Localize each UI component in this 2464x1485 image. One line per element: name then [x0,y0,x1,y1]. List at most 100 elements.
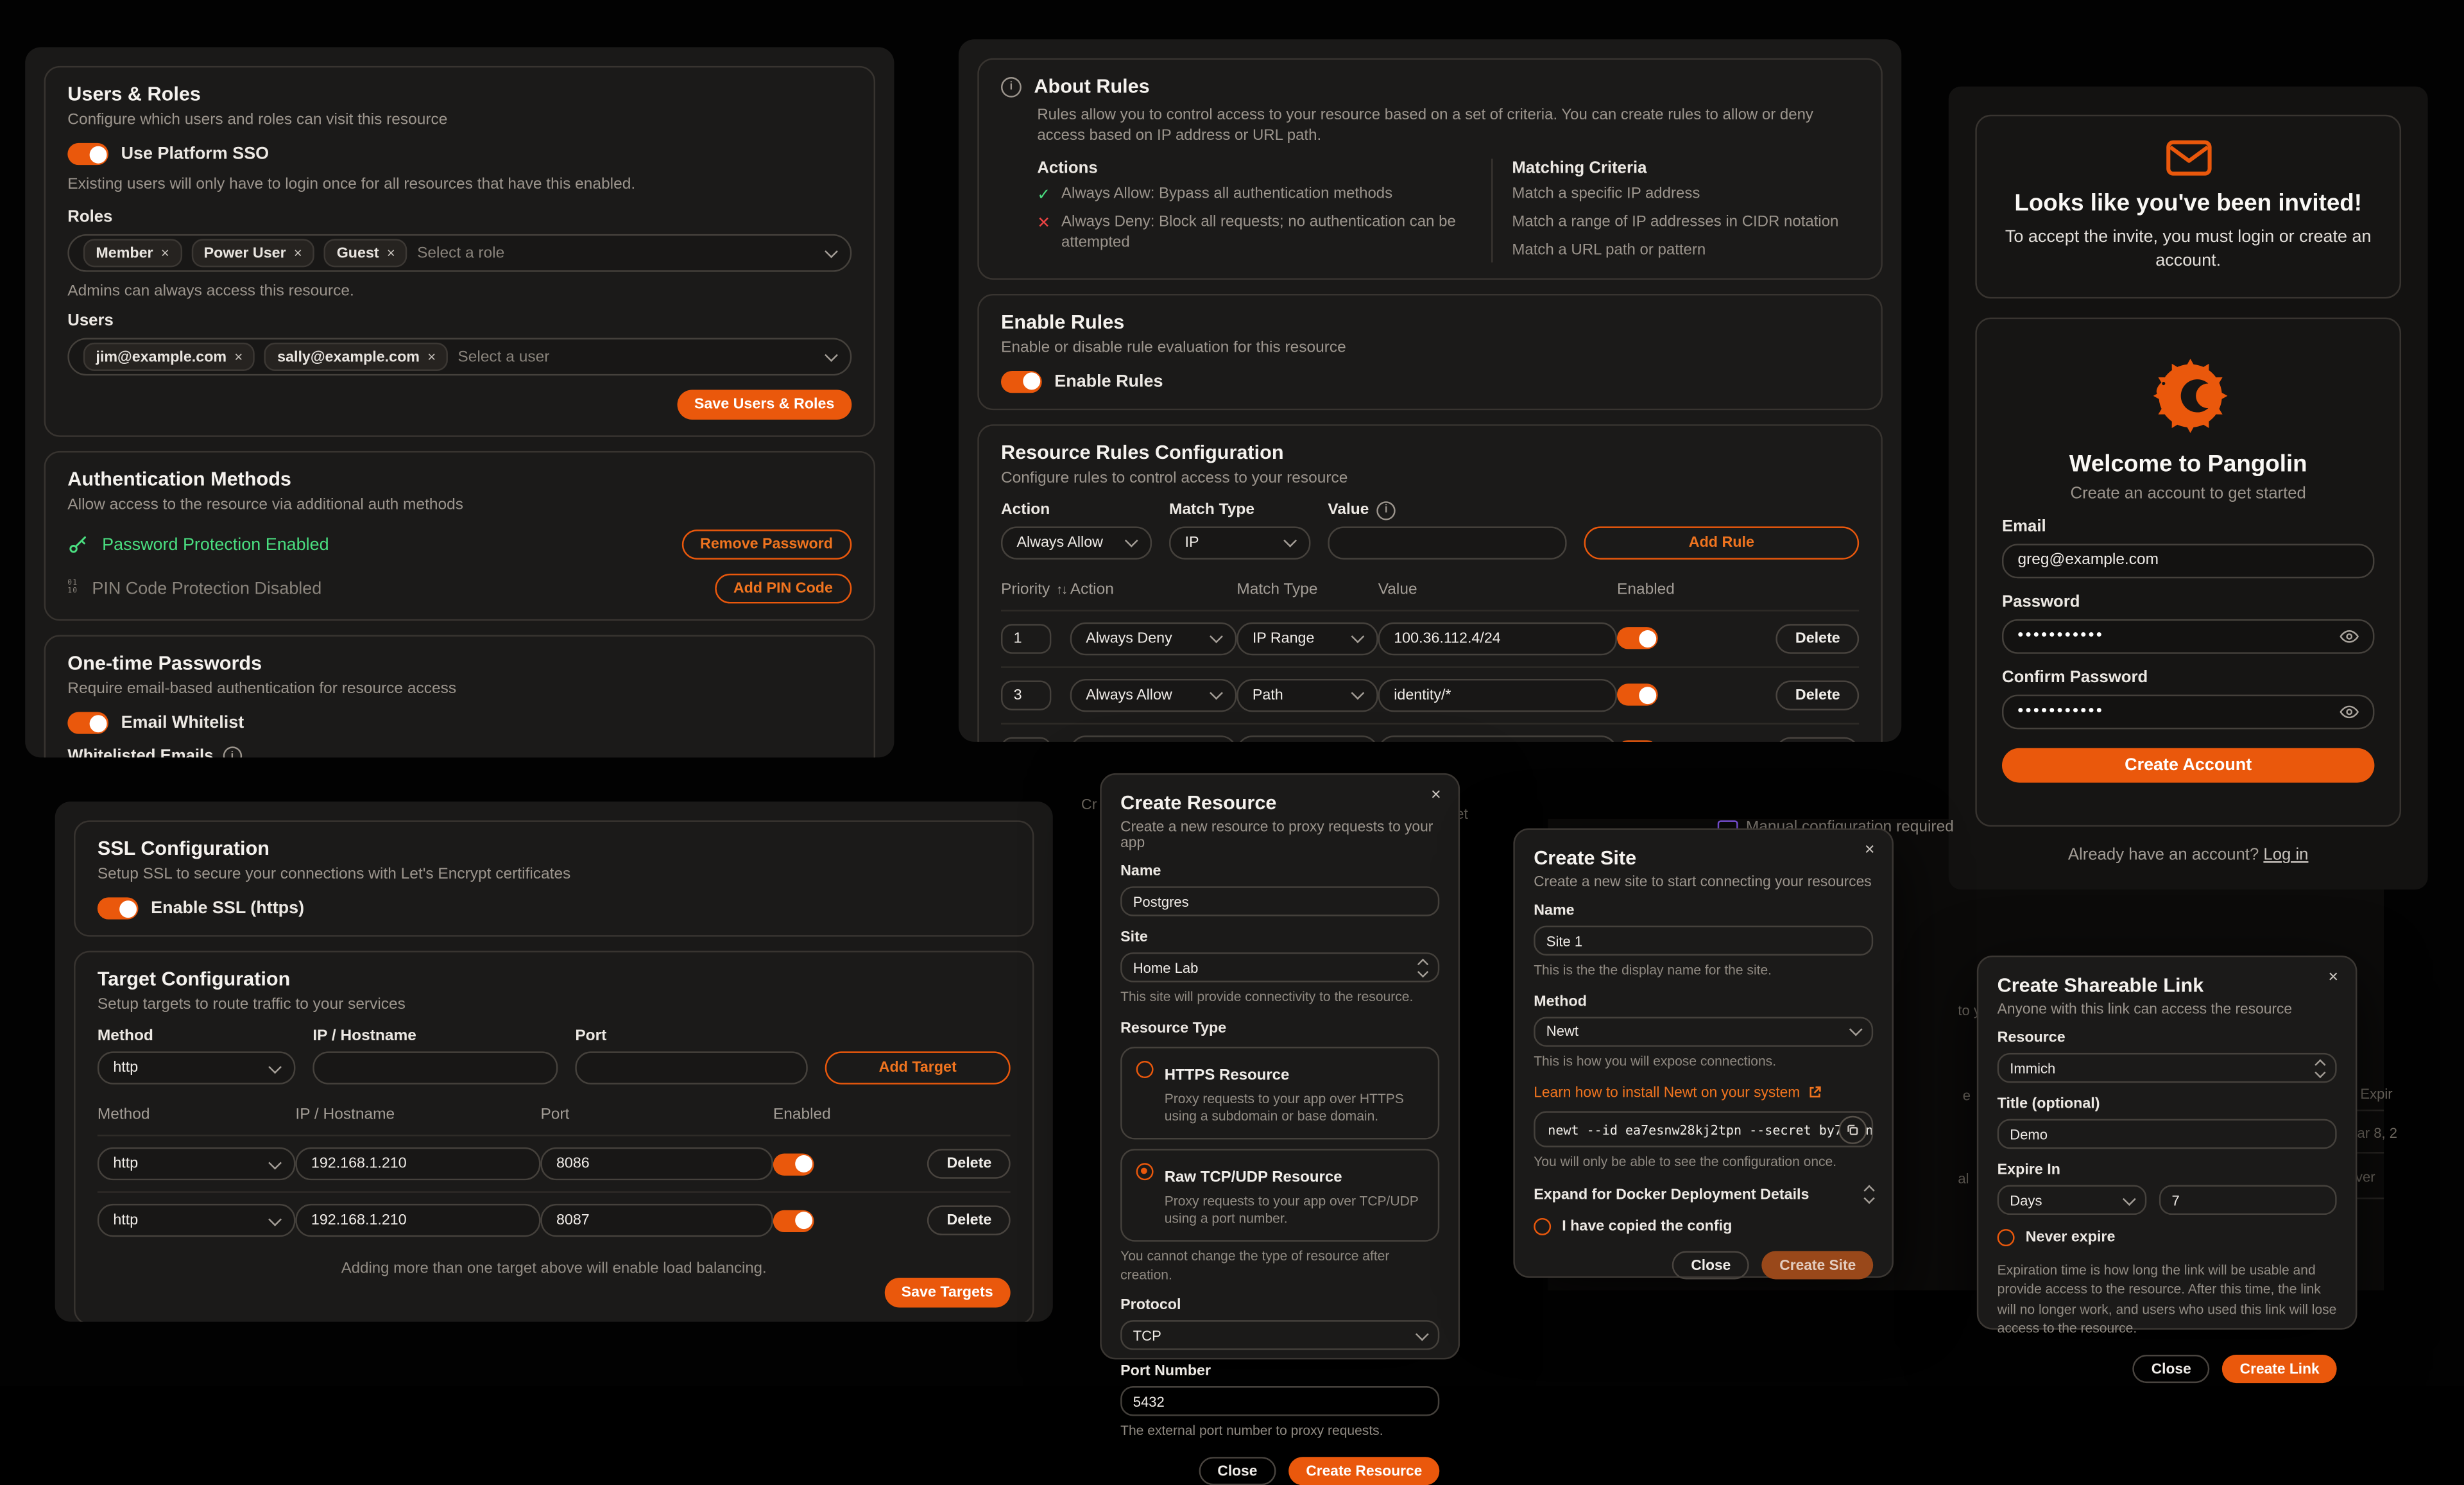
port-number-input[interactable]: 5432 [1120,1386,1439,1416]
value-input[interactable] [1328,526,1566,559]
create-link-button[interactable]: Create Link [2223,1355,2337,1383]
delete-target-button[interactable]: Delete [928,1205,1011,1235]
radio-icon[interactable] [1534,1217,1551,1235]
radio-icon[interactable] [1136,1060,1154,1077]
resource-name-input[interactable]: Postgres [1120,886,1439,916]
rule-enabled-toggle[interactable] [1617,628,1658,649]
password-field[interactable]: ••••••••••• [2002,619,2374,653]
protocol-select[interactable]: TCP [1120,1321,1439,1351]
log-in-link[interactable]: Log in [2263,846,2308,864]
link-title-input[interactable]: Demo [1998,1119,2337,1149]
save-users-roles-button[interactable]: Save Users & Roles [677,390,851,420]
target-enabled-toggle[interactable] [773,1209,814,1231]
action-select[interactable]: Always Allow [1001,526,1152,559]
method-select[interactable]: Newt [1534,1016,1873,1046]
config-once-note: You will only be able to see the configu… [1534,1154,1873,1172]
install-newt-link[interactable]: Learn how to install Newt on your system [1534,1085,1873,1100]
copy-button[interactable] [1838,1115,1867,1144]
add-rule-button[interactable]: Add Rule [1584,526,1860,559]
target-enabled-toggle[interactable] [773,1153,814,1174]
rule-match-select[interactable]: Path [1236,678,1378,711]
delete-rule-button[interactable]: Delete [1777,623,1860,653]
port-input[interactable] [575,1051,807,1084]
role-chip[interactable]: Power User× [191,239,314,267]
enable-rules-toggle[interactable] [1001,370,1042,392]
tcp-resource-option[interactable]: Raw TCP/UDP Resource Proxy requests to y… [1120,1149,1439,1242]
port-label: Port [575,1028,807,1045]
user-chip[interactable]: sally@example.com× [265,343,449,371]
add-target-button[interactable]: Add Target [825,1051,1011,1084]
save-targets-button[interactable]: Save Targets [884,1278,1011,1308]
remove-password-button[interactable]: Remove Password [681,529,852,560]
copied-config-label: I have copied the config [1562,1217,1732,1235]
rule-action-select[interactable]: Always Deny [1070,622,1237,655]
close-button[interactable]: Close [1199,1457,1276,1485]
sort-icon[interactable]: ↑↓ [1056,582,1066,597]
target-ip-input[interactable]: 192.168.1.210 [295,1204,540,1237]
radio-selected-icon[interactable] [1136,1163,1154,1180]
eye-icon[interactable] [2340,627,2359,646]
match-type-select[interactable]: IP [1169,526,1310,559]
resource-select[interactable]: Immich [1998,1053,2337,1083]
target-port-input[interactable]: 8086 [540,1147,773,1180]
close-icon[interactable]: × [2328,970,2338,987]
create-account-button[interactable]: Create Account [2002,748,2374,782]
delete-target-button[interactable]: Delete [928,1149,1011,1179]
chevron-down-icon [1283,534,1297,547]
email-field[interactable]: greg@example.com [2002,544,2374,578]
site-name-input[interactable]: Site 1 [1534,925,1873,956]
user-chip[interactable]: jim@example.com× [83,343,255,371]
ip-hostname-input[interactable] [312,1051,558,1084]
create-site-button[interactable]: Create Site [1762,1251,1873,1279]
remove-chip-icon[interactable]: × [427,349,436,365]
expire-value-input[interactable]: 7 [2159,1185,2337,1215]
rule-enabled-toggle[interactable] [1617,684,1658,706]
check-icon: ✓ [1037,186,1050,207]
target-method-select[interactable]: http [98,1147,296,1180]
close-icon[interactable]: × [1431,787,1441,805]
rule-action-select[interactable]: Always Allow [1070,735,1237,742]
rule-match-select[interactable]: IP Range [1236,622,1378,655]
radio-icon[interactable] [1998,1229,2015,1246]
delete-rule-button[interactable]: Delete [1777,737,1860,742]
confirm-password-field[interactable]: ••••••••••• [2002,694,2374,729]
method-select[interactable]: http [98,1051,296,1084]
role-chip[interactable]: Member× [83,239,182,267]
target-ip-input[interactable]: 192.168.1.210 [295,1147,540,1180]
target-port-input[interactable]: 8087 [540,1204,773,1237]
roles-multiselect[interactable]: Member× Power User× Guest× Select a role [67,234,851,272]
docker-details-expander[interactable]: Expand for Docker Deployment Details [1534,1186,1873,1203]
remove-chip-icon[interactable]: × [294,245,302,261]
email-whitelist-toggle[interactable] [67,712,108,734]
target-method-select[interactable]: http [98,1204,296,1237]
priority-input[interactable]: 4 [1001,737,1051,742]
rule-value-input[interactable]: 100.36.112.4/24 [1378,622,1617,655]
create-resource-button[interactable]: Create Resource [1288,1457,1439,1485]
close-button[interactable]: Close [1672,1251,1750,1279]
copied-config-radio[interactable]: I have copied the config [1534,1217,1873,1235]
sso-toggle[interactable] [67,143,108,165]
site-select[interactable]: Home Lab [1120,952,1439,983]
users-multiselect[interactable]: jim@example.com× sally@example.com× Sele… [67,338,851,376]
https-resource-option[interactable]: HTTPS Resource Proxy requests to your ap… [1120,1046,1439,1139]
newt-command-codeblock[interactable]: newt --id ea7esnw28kj2tpn --secret by7jf… [1534,1112,1873,1147]
enable-ssl-toggle[interactable] [98,897,139,919]
role-chip[interactable]: Guest× [324,239,407,267]
remove-chip-icon[interactable]: × [387,245,395,261]
priority-input[interactable]: 3 [1001,680,1051,710]
priority-input[interactable]: 1 [1001,623,1051,653]
close-icon[interactable]: × [1865,843,1875,860]
rule-action-select[interactable]: Always Allow [1070,678,1237,711]
add-pin-code-button[interactable]: Add PIN Code [714,574,851,604]
rule-value-input[interactable]: identity/* [1378,678,1617,711]
never-expire-radio[interactable]: Never expire [1998,1229,2337,1246]
remove-chip-icon[interactable]: × [234,349,243,365]
rule-value-input[interactable]: api/* [1378,735,1617,742]
rule-match-select[interactable]: Path [1236,735,1378,742]
remove-chip-icon[interactable]: × [161,245,169,261]
rule-enabled-toggle[interactable] [1617,741,1658,742]
eye-icon[interactable] [2340,702,2359,721]
close-button[interactable]: Close [2132,1355,2210,1383]
expire-unit-select[interactable]: Days [1998,1185,2147,1215]
delete-rule-button[interactable]: Delete [1777,680,1860,710]
